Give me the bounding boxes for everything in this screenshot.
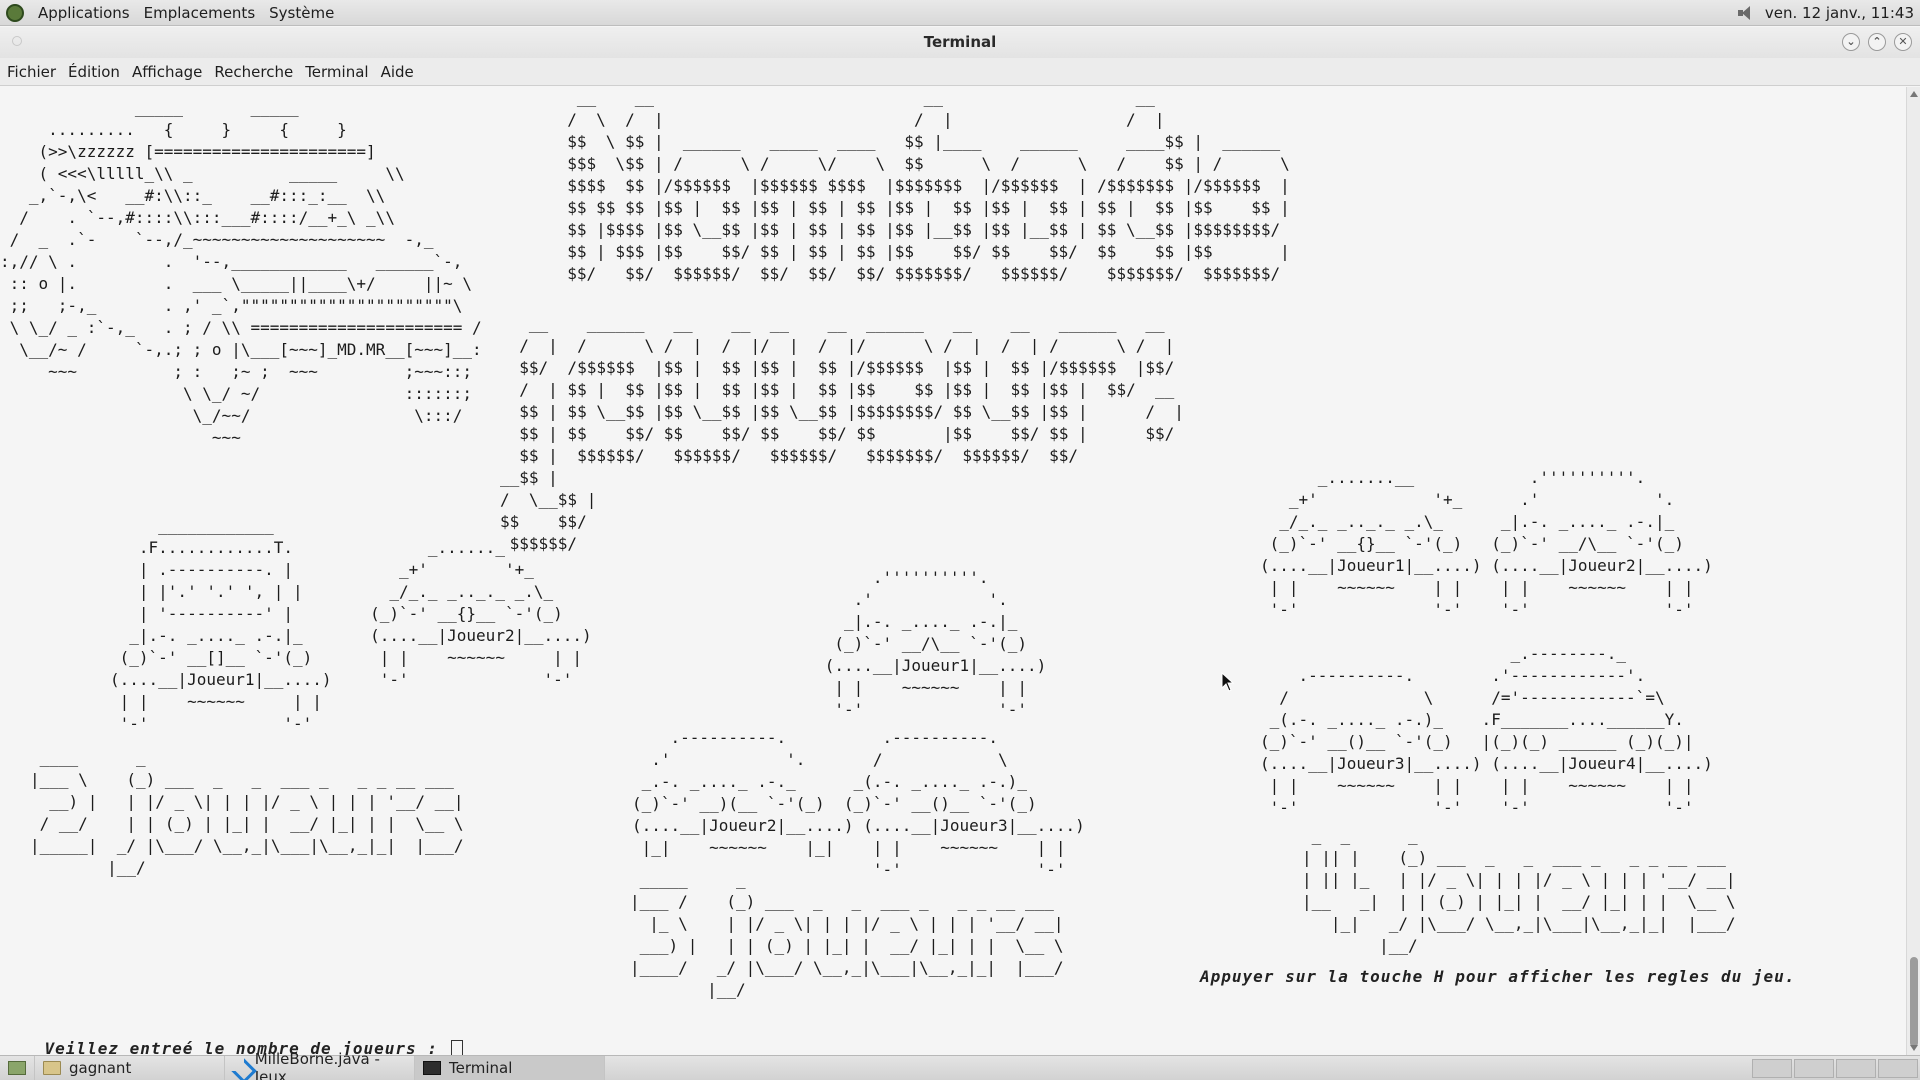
menu-recherche[interactable]: Recherche [214,63,293,81]
scroll-up-icon[interactable] [1910,91,1918,97]
ascii-mille-bornes-title: __ __ __ __ / \ / | / | / | $$ \ $$ | __… [567,88,1290,283]
menu-affichage[interactable]: Affichage [132,63,202,81]
folder-icon [43,1061,61,1075]
task-label: MilleBorne.java - Jeux... [254,1050,380,1080]
show-desktop-button[interactable] [0,1055,35,1080]
window-controls: ⌄ ⌃ ✕ [1842,33,1912,51]
terminal-output[interactable]: _____ _____ ......... { } { } (>>\zzzzzz… [0,87,1906,1060]
scrollbar-thumb[interactable] [1910,957,1918,1047]
workspace-3[interactable] [1836,1059,1876,1078]
terminal-scrollbar[interactable] [1906,87,1920,1055]
vscode-icon [233,1060,247,1076]
app-logo-icon[interactable] [6,3,24,22]
menu-edition[interactable]: Édition [68,63,120,81]
window-titlebar[interactable]: Terminal ⌄ ⌃ ✕ [0,27,1920,58]
panel-clock[interactable]: ven. 12 janv., 11:43 [1765,4,1914,22]
ascii-4-joueurs: _ _ _ | || | (_) ___ _ _ ___ _ _ _ __ __… [1302,826,1736,955]
taskbar: gagnant MilleBorne.java - Jeux... Termin… [0,1050,1920,1080]
ascii-3-joueurs: _____ _ |___ / (_) ___ _ _ ___ _ _ _ __ … [630,870,1064,999]
task-label: gagnant [69,1059,132,1077]
window-title: Terminal [923,33,997,51]
ascii-three-players-top: .''''''''''. .' '. _|.-. _...._ .-.|_ (_… [824,568,1047,719]
task-terminal[interactable]: Terminal [415,1055,605,1080]
panel-menu-applications[interactable]: Applications [38,2,130,24]
menu-fichier[interactable]: Fichier [7,63,56,81]
terminal-icon [423,1061,441,1075]
task-label: Terminal [449,1059,513,1077]
workspace-4[interactable] [1878,1059,1918,1078]
help-message: Appuyer sur la touche H pour afficher le… [1200,967,1796,986]
panel-menu-emplacements[interactable]: Emplacements [144,2,256,24]
menu-aide[interactable]: Aide [381,63,414,81]
menu-terminal[interactable]: Terminal [305,63,368,81]
ascii-2-joueurs: ____ _ |___ \ (_) ___ _ _ ___ _ _ _ __ _… [30,748,464,877]
panel-right: ven. 12 janv., 11:43 [1737,0,1914,26]
task-milleborne-vscode[interactable]: MilleBorne.java - Jeux... [225,1050,415,1080]
desktop-icon [8,1061,26,1075]
task-gagnant[interactable]: gagnant [35,1055,225,1080]
workspace-2[interactable] [1794,1059,1834,1078]
ascii-four-players: _.......__ .''''''''''. _+' '+_ .' '. _/… [1260,468,1713,817]
panel-menus: Applications Emplacements Système [0,2,334,24]
window-menu-icon[interactable] [12,36,22,46]
workspace-1[interactable] [1752,1059,1792,1078]
ascii-three-players-bottom: .----------. .----------. .' '. / \ _.-.… [632,728,1085,879]
menubar: Fichier Édition Affichage Recherche Term… [0,58,1920,86]
minimize-icon[interactable]: ⌄ [1842,33,1860,51]
top-panel: Applications Emplacements Système ven. 1… [0,0,1920,26]
panel-menu-systeme[interactable]: Système [269,2,334,24]
maximize-icon[interactable]: ⌃ [1868,33,1886,51]
scroll-down-icon[interactable] [1910,1045,1918,1051]
close-icon[interactable]: ✕ [1894,33,1912,51]
ascii-two-players-cars: ____________ .F............T. _......_ |… [110,516,592,733]
volume-icon[interactable] [1737,5,1755,21]
ascii-racecar: _____ _____ ......... { } { } (>>\zzzzzz… [0,98,482,447]
ascii-nouveaux-joueurs-title: __ ______ __ __ __ __ ______ __ __ _____… [500,314,1184,553]
